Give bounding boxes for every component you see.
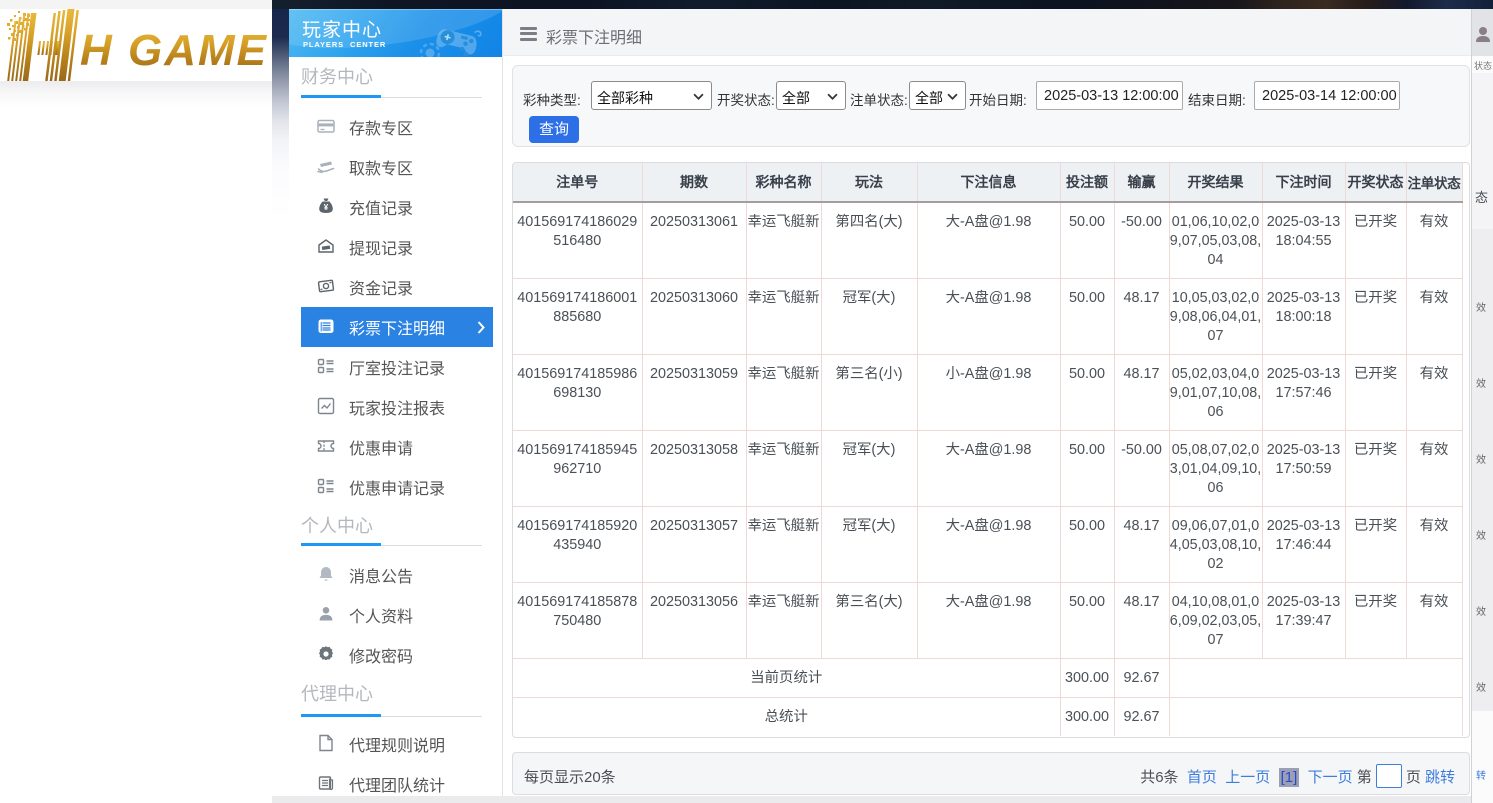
svg-text:¥: ¥ bbox=[324, 203, 329, 212]
svg-text:H GAME: H GAME bbox=[80, 26, 268, 75]
